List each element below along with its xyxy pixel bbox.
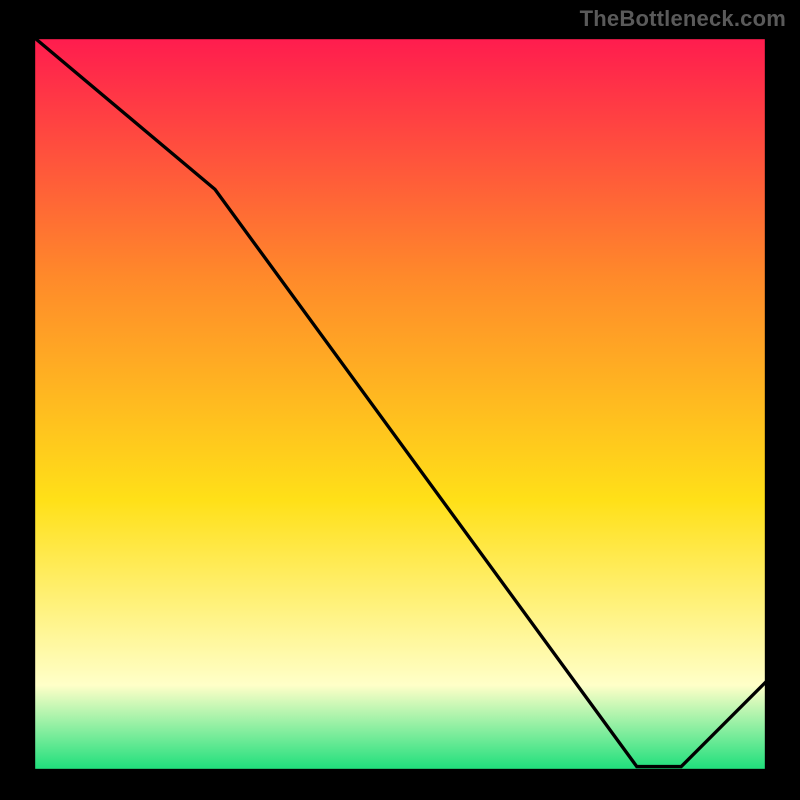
watermark-text: TheBottleneck.com bbox=[580, 6, 786, 32]
plot-area bbox=[30, 34, 770, 774]
chart-svg bbox=[30, 34, 770, 774]
plot-background bbox=[30, 34, 770, 774]
chart-stage: TheBottleneck.com bbox=[0, 0, 800, 800]
